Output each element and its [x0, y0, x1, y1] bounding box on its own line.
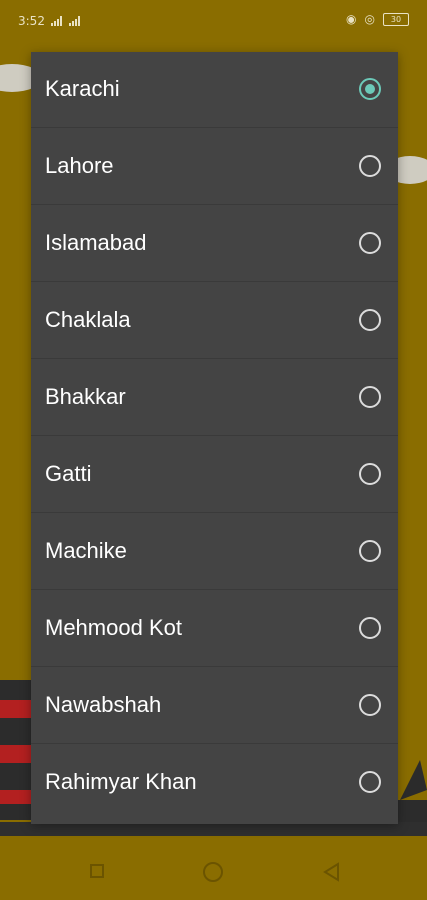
option-label: Machike — [45, 538, 127, 563]
radio-checked-icon[interactable] — [359, 78, 381, 100]
triangle-back-icon[interactable] — [322, 862, 340, 882]
option-label: Lahore — [45, 153, 114, 178]
option-machike[interactable]: Machike — [31, 514, 398, 590]
radio-unchecked-icon[interactable] — [359, 540, 381, 562]
option-islamabad[interactable]: Islamabad — [31, 206, 398, 282]
option-karachi[interactable]: Karachi — [31, 52, 398, 128]
sync-icon: ◎ — [364, 12, 375, 26]
radio-unchecked-icon[interactable] — [359, 386, 381, 408]
option-chaklala[interactable]: Chaklala — [31, 283, 398, 359]
battery-icon: 30 — [383, 12, 409, 26]
option-mehmood-kot[interactable]: Mehmood Kot — [31, 591, 398, 667]
signal-icon — [50, 16, 63, 26]
eye-icon: ◉ — [346, 12, 357, 26]
city-select-dialog: Karachi Lahore Islamabad Chaklala Bhakka… — [31, 52, 398, 824]
status-right: ◉ ◎ 30 — [346, 12, 409, 26]
radio-unchecked-icon[interactable] — [359, 463, 381, 485]
radio-unchecked-icon[interactable] — [359, 309, 381, 331]
option-label: Karachi — [45, 76, 120, 101]
option-nawabshah[interactable]: Nawabshah — [31, 668, 398, 744]
radio-unchecked-icon[interactable] — [359, 232, 381, 254]
option-bhakkar[interactable]: Bhakkar — [31, 360, 398, 436]
status-bar: 3:52 ◉ ◎ 30 — [0, 0, 427, 44]
option-label: Rahimyar Khan — [45, 769, 197, 794]
radio-unchecked-icon[interactable] — [359, 694, 381, 716]
status-left: 3:52 — [18, 14, 81, 28]
radio-unchecked-icon[interactable] — [359, 617, 381, 639]
option-rahimyar-khan[interactable]: Rahimyar Khan — [31, 745, 398, 821]
signal-icon-2 — [68, 16, 81, 26]
option-label: Nawabshah — [45, 692, 162, 717]
option-label: Bhakkar — [45, 384, 126, 409]
square-icon[interactable] — [90, 864, 104, 878]
option-label: Islamabad — [45, 230, 147, 255]
option-label: Mehmood Kot — [45, 615, 182, 640]
option-gatti[interactable]: Gatti — [31, 437, 398, 513]
status-time: 3:52 — [18, 14, 45, 28]
radio-unchecked-icon[interactable] — [359, 155, 381, 177]
option-label: Gatti — [45, 461, 92, 486]
circle-icon[interactable] — [203, 862, 223, 882]
option-label: Chaklala — [45, 307, 131, 332]
battery-level: 30 — [390, 14, 402, 24]
option-lahore[interactable]: Lahore — [31, 129, 398, 205]
system-nav-bar — [0, 840, 427, 900]
radio-unchecked-icon[interactable] — [359, 771, 381, 793]
